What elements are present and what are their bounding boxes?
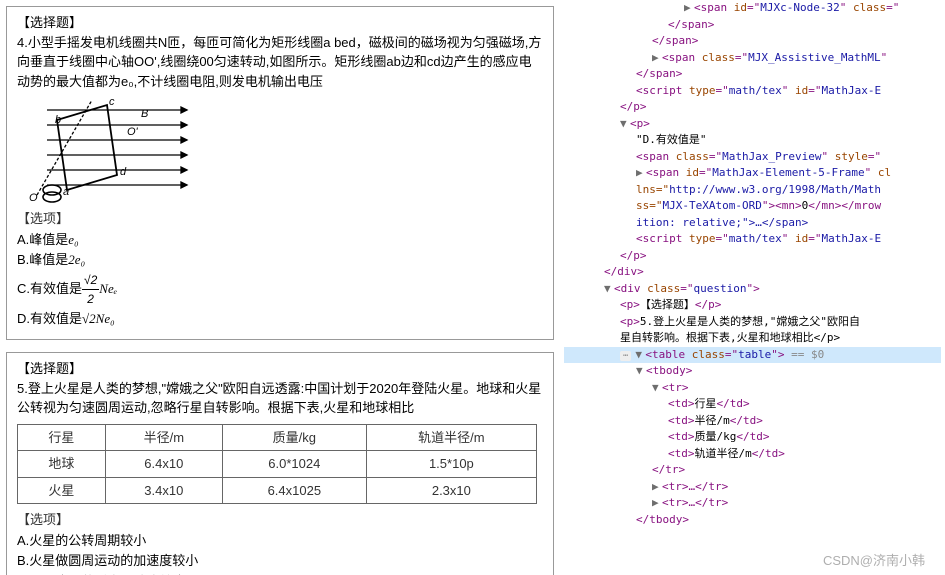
dom-node[interactable]: ▶<tr>…</tr> xyxy=(564,495,941,512)
dom-node-close[interactable]: </span> xyxy=(564,33,941,50)
dom-node-close[interactable]: </p> xyxy=(564,248,941,265)
question-body: 5.登上火星是人类的梦想,"嫦娥之父"欧阳自远透露:中国计划于2020年登陆火星… xyxy=(17,379,543,418)
table-header: 行星 xyxy=(18,424,106,451)
dom-node[interactable]: ▶<span class="MJX_Assistive_MathML" xyxy=(564,50,941,67)
dom-text: 星自转影响。根据下表,火星和地球相比</p> xyxy=(564,330,941,347)
dom-node-close[interactable]: </p> xyxy=(564,99,941,116)
dom-node-selected[interactable]: ⋯▼<table class="table"> == $0 xyxy=(564,347,941,364)
option-c: C.有效值是√22Neₑ xyxy=(17,271,543,308)
dom-node[interactable]: ▶<span id="MJXc-Node-32" class=" xyxy=(564,0,941,17)
svg-text:a: a xyxy=(63,186,69,198)
dom-node[interactable]: ▶<span id="MathJax-Element-5-Frame" cl xyxy=(564,165,941,182)
dom-node[interactable]: ▼<tr> xyxy=(564,380,941,397)
dom-node[interactable]: ▼<p> xyxy=(564,116,941,133)
dom-text: lns="http://www.w3.org/1998/Math/Math xyxy=(564,182,941,199)
question-type-label: 【选择题】 xyxy=(17,359,543,379)
dom-node[interactable]: <span class="MathJax_Preview" style=" xyxy=(564,149,941,166)
planet-table: 行星 半径/m 质量/kg 轨道半径/m 地球 6.4x10 6.0*1024 … xyxy=(17,424,537,505)
table-cell: 1.5*10p xyxy=(366,451,536,478)
table-cell: 6.4x1025 xyxy=(222,477,366,504)
generator-diagram: c B O' d b a O xyxy=(17,95,197,205)
table-cell: 地球 xyxy=(18,451,106,478)
table-cell: 2.3x10 xyxy=(366,477,536,504)
dom-node[interactable]: <p>【选择题】</p> xyxy=(564,297,941,314)
question-type-label: 【选择题】 xyxy=(17,13,543,33)
question-text: 小型手摇发电机线圈共N匝，每匝可简化为矩形线圈a bed，磁极间的磁场视为匀强磁… xyxy=(17,35,541,89)
dom-text: ss="MJX-TeXAtom-ORD"><mn>0</mn></mrow xyxy=(564,198,941,215)
dom-node[interactable]: ▼<tbody> xyxy=(564,363,941,380)
dom-node-close[interactable]: </div> xyxy=(564,264,941,281)
options-label: 【选项】 xyxy=(17,209,543,229)
option-c: C.火星表面的重力加速度较大 xyxy=(17,572,543,575)
option-b: B.火星做圆周运动的加速度较小 xyxy=(17,551,543,571)
option-a: A.峰值是e₀ xyxy=(17,230,543,250)
table-header: 质量/kg xyxy=(222,424,366,451)
options-label: 【选项】 xyxy=(17,510,543,530)
question-number: 4. xyxy=(17,35,28,50)
dom-node[interactable]: ▼<div class="question"> xyxy=(564,281,941,298)
svg-text:d: d xyxy=(120,166,127,178)
table-row: 行星 半径/m 质量/kg 轨道半径/m xyxy=(18,424,537,451)
dom-node-close[interactable]: </tr> xyxy=(564,462,941,479)
option-a: A.火星的公转周期较小 xyxy=(17,531,543,551)
dom-node-close[interactable]: </span> xyxy=(564,17,941,34)
table-header: 半径/m xyxy=(105,424,222,451)
dom-node[interactable]: <script type="math/tex" id="MathJax-E xyxy=(564,83,941,100)
dom-node[interactable]: <p>5.登上火星是人类的梦想,"嫦娥之父"欧阳自 xyxy=(564,314,941,331)
dom-text[interactable]: "D.有效值是" xyxy=(564,132,941,149)
dom-node[interactable]: <td>半径/m</td> xyxy=(564,413,941,430)
dom-node[interactable]: <script type="math/tex" id="MathJax-E xyxy=(564,231,941,248)
svg-text:O: O xyxy=(29,192,38,204)
question-number: 5. xyxy=(17,381,28,396)
svg-text:b: b xyxy=(55,114,61,126)
dom-text: ition: relative;">…</span> xyxy=(564,215,941,232)
table-header: 轨道半径/m xyxy=(366,424,536,451)
question-body: 4.小型手摇发电机线圈共N匝，每匝可简化为矩形线圈a bed，磁极间的磁场视为匀… xyxy=(17,33,543,92)
table-row: 地球 6.4x10 6.0*1024 1.5*10p xyxy=(18,451,537,478)
dom-node-close[interactable]: </tbody> xyxy=(564,512,941,529)
question-5: 【选择题】 5.登上火星是人类的梦想,"嫦娥之父"欧阳自远透露:中国计划于202… xyxy=(6,352,554,575)
watermark: CSDN@济南小韩 xyxy=(823,550,925,569)
dom-node[interactable]: <td>质量/kg</td> xyxy=(564,429,941,446)
breakpoint-marker-icon[interactable]: ⋯ xyxy=(620,351,631,361)
question-text: 登上火星是人类的梦想,"嫦娥之父"欧阳自远透露:中国计划于2020年登陆火星。地… xyxy=(17,381,541,416)
question-4: 【选择题】 4.小型手摇发电机线圈共N匝，每匝可简化为矩形线圈a bed，磁极间… xyxy=(6,6,554,340)
table-row: 火星 3.4x10 6.4x1025 2.3x10 xyxy=(18,477,537,504)
option-b: B.峰值是2e₀ xyxy=(17,250,543,270)
dom-node[interactable]: <td>行星</td> xyxy=(564,396,941,413)
dom-node[interactable]: <td>轨道半径/m</td> xyxy=(564,446,941,463)
dom-node-close[interactable]: </span> xyxy=(564,66,941,83)
content-panel[interactable]: 【选择题】 4.小型手摇发电机线圈共N匝，每匝可简化为矩形线圈a bed，磁极间… xyxy=(0,0,560,575)
table-cell: 6.0*1024 xyxy=(222,451,366,478)
table-cell: 3.4x10 xyxy=(105,477,222,504)
devtools-elements-panel[interactable]: ▶<span id="MJXc-Node-32" class=" </span>… xyxy=(560,0,945,575)
svg-text:c: c xyxy=(109,96,115,108)
table-cell: 6.4x10 xyxy=(105,451,222,478)
table-cell: 火星 xyxy=(18,477,106,504)
option-d: D.有效值是√2Ne₀ xyxy=(17,309,543,329)
dom-node[interactable]: ▶<tr>…</tr> xyxy=(564,479,941,496)
svg-text:O': O' xyxy=(127,126,139,138)
svg-text:B: B xyxy=(141,108,148,120)
